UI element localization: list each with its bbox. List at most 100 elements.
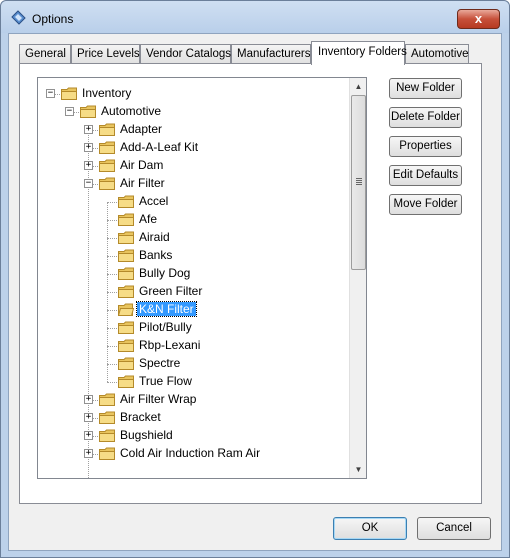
- folder-icon: [61, 87, 77, 100]
- tree-node-label: Air Dam: [120, 158, 164, 172]
- folder-icon: [118, 285, 134, 298]
- tree-node[interactable]: + Bracket: [38, 409, 348, 427]
- inventory-folders-panel: − Inventory − Automotive + Adapter + Add-A-Leaf…: [19, 63, 482, 504]
- tree-node[interactable]: Afe: [38, 211, 348, 229]
- tree-node-label: Airaid: [139, 230, 170, 244]
- tree-node-label: Air Filter Wrap: [120, 392, 197, 406]
- folder-icon: [118, 267, 134, 280]
- tree-node[interactable]: + Air Dam: [38, 157, 348, 175]
- tree-node-label: Rbp-Lexani: [139, 338, 201, 352]
- tree-vertical-scrollbar[interactable]: ▲ ▼: [349, 78, 366, 478]
- new-folder-button[interactable]: New Folder: [389, 78, 462, 99]
- tab-automotive[interactable]: Automotive: [405, 44, 469, 64]
- tree-node[interactable]: Pilot/Bully: [38, 319, 348, 337]
- expand-icon[interactable]: +: [84, 125, 93, 134]
- app-icon: [11, 10, 26, 25]
- tree-node[interactable]: − Air Filter: [38, 175, 348, 193]
- tree-node[interactable]: Accel: [38, 193, 348, 211]
- folder-icon: [118, 357, 134, 370]
- tab-general[interactable]: General: [19, 44, 71, 64]
- folder-icon: [118, 195, 134, 208]
- move-folder-button[interactable]: Move Folder: [389, 194, 462, 215]
- folder-icon: [99, 447, 115, 460]
- folder-icon: [118, 249, 134, 262]
- tree-node-label: Air Filter: [120, 176, 165, 190]
- expand-icon[interactable]: +: [84, 161, 93, 170]
- folder-open-icon: [117, 303, 135, 316]
- tree-node-label: Banks: [139, 248, 173, 262]
- tree-node-label: K&N Filter: [136, 301, 197, 317]
- tree-node[interactable]: − Inventory: [38, 85, 348, 103]
- tree-node-label: Inventory: [82, 86, 132, 100]
- expand-icon[interactable]: +: [84, 431, 93, 440]
- dialog-client-area: General Price Levels Vendor Catalogs Man…: [8, 33, 502, 551]
- tree-node[interactable]: − Automotive: [38, 103, 348, 121]
- options-dialog: Options x General Price Levels Vendor Ca…: [0, 0, 510, 558]
- expand-icon[interactable]: +: [84, 395, 93, 404]
- tree-node[interactable]: + Adapter: [38, 121, 348, 139]
- tree-node[interactable]: + Air Filter Wrap: [38, 391, 348, 409]
- tree-node[interactable]: Spectre: [38, 355, 348, 373]
- tree-node[interactable]: + Cold Air Induction Ram Air: [38, 445, 348, 463]
- folder-icon: [99, 159, 115, 172]
- folder-icon: [99, 411, 115, 424]
- collapse-icon[interactable]: −: [46, 89, 55, 98]
- tree-node[interactable]: Rbp-Lexani: [38, 337, 348, 355]
- folder-icon: [99, 177, 115, 190]
- cancel-button[interactable]: Cancel: [417, 517, 491, 540]
- tree-node-label: Add-A-Leaf Kit: [120, 140, 199, 154]
- tree-node[interactable]: K&N Filter: [38, 301, 348, 319]
- tree-node-label: Accel: [139, 194, 169, 208]
- expand-icon[interactable]: +: [84, 413, 93, 422]
- tree-node[interactable]: Banks: [38, 247, 348, 265]
- tree-node[interactable]: Green Filter: [38, 283, 348, 301]
- tree-content: − Inventory − Automotive + Adapter + Add-A-Leaf…: [38, 78, 349, 478]
- scroll-down-arrow-icon[interactable]: ▼: [350, 461, 366, 478]
- tree-node-label: Green Filter: [139, 284, 203, 298]
- folder-icon: [118, 321, 134, 334]
- tree-node[interactable]: Airaid: [38, 229, 348, 247]
- folder-icon: [99, 123, 115, 136]
- tree-node-label: Bracket: [120, 410, 161, 424]
- collapse-icon[interactable]: −: [84, 179, 93, 188]
- window-title: Options: [32, 12, 74, 26]
- ok-button[interactable]: OK: [333, 517, 407, 540]
- properties-button[interactable]: Properties: [389, 136, 462, 157]
- title-bar: Options x: [1, 1, 509, 33]
- tree-node[interactable]: Bully Dog: [38, 265, 348, 283]
- tree-node-label: Pilot/Bully: [139, 320, 192, 334]
- folder-icon: [99, 141, 115, 154]
- expand-icon[interactable]: +: [84, 143, 93, 152]
- tree-node-label: Bully Dog: [139, 266, 191, 280]
- tab-manufacturers[interactable]: Manufacturers: [231, 44, 311, 64]
- folder-icon: [80, 105, 96, 118]
- tree-node-label: Spectre: [139, 356, 181, 370]
- folder-icon: [118, 213, 134, 226]
- folder-icon: [99, 429, 115, 442]
- tab-vendor-catalogs[interactable]: Vendor Catalogs: [140, 44, 231, 64]
- tree-node[interactable]: + Bugshield: [38, 427, 348, 445]
- collapse-icon[interactable]: −: [65, 107, 74, 116]
- close-button[interactable]: x: [457, 9, 500, 29]
- tab-inventory-folders[interactable]: Inventory Folders: [311, 41, 407, 65]
- scroll-thumb[interactable]: [351, 95, 366, 270]
- edit-defaults-button[interactable]: Edit Defaults: [389, 165, 462, 186]
- tree-node[interactable]: True Flow: [38, 373, 348, 391]
- folder-icon: [118, 231, 134, 244]
- folder-icon: [118, 375, 134, 388]
- tree-node-label: Cold Air Induction Ram Air: [120, 446, 261, 460]
- tree-node[interactable]: + Add-A-Leaf Kit: [38, 139, 348, 157]
- tree-node-label: Afe: [139, 212, 158, 226]
- tree-node-label: Bugshield: [120, 428, 173, 442]
- expand-icon[interactable]: +: [84, 449, 93, 458]
- close-icon: x: [474, 11, 483, 26]
- tab-price-levels[interactable]: Price Levels: [71, 44, 140, 64]
- delete-folder-button[interactable]: Delete Folder: [389, 107, 462, 128]
- tree-node-label: True Flow: [139, 374, 192, 388]
- tree-node-label: Automotive: [101, 104, 162, 118]
- tree-node-label: Adapter: [120, 122, 163, 136]
- folder-icon: [118, 339, 134, 352]
- folder-icon: [99, 393, 115, 406]
- scroll-up-arrow-icon[interactable]: ▲: [350, 78, 366, 95]
- folder-tree[interactable]: − Inventory − Automotive + Adapter + Add-A-Leaf…: [37, 77, 367, 479]
